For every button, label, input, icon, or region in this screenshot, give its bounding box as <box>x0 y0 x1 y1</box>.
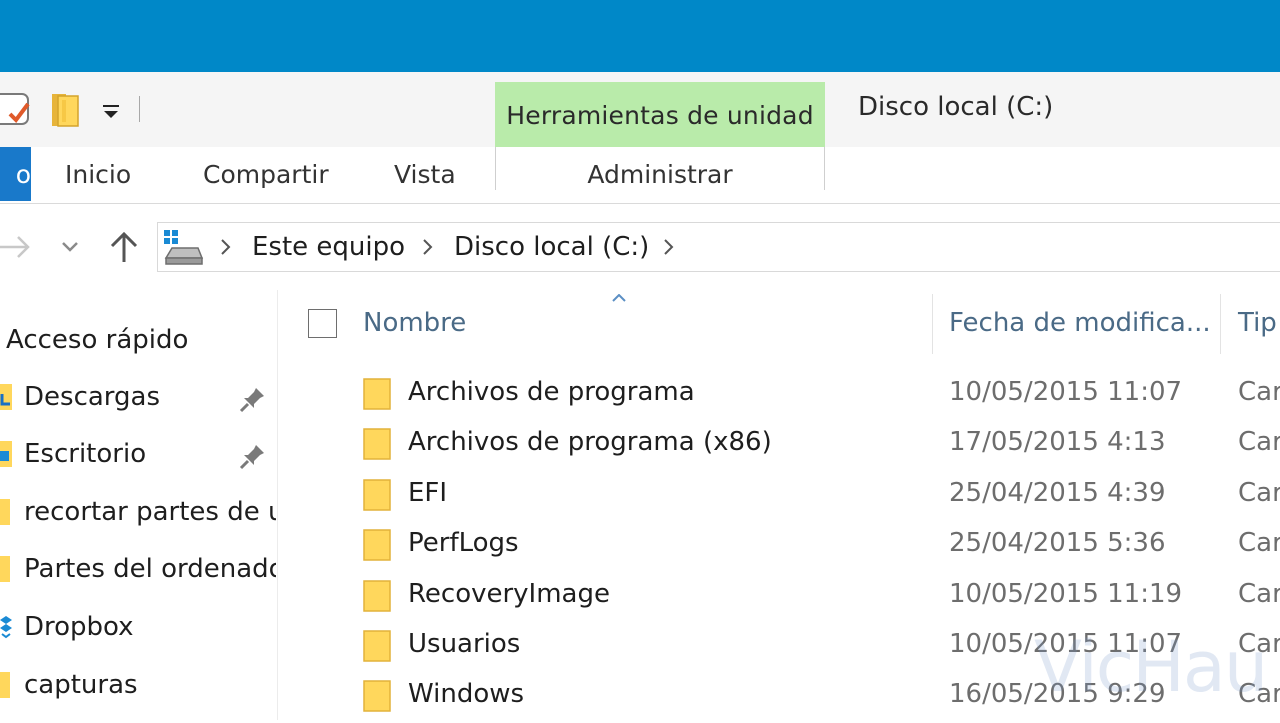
up-arrow-icon[interactable] <box>108 228 140 264</box>
sidebar-item-partes[interactable]: Partes del ordenado <box>0 548 276 594</box>
file-date: 10/05/2015 11:07 <box>949 377 1183 407</box>
column-divider[interactable] <box>1220 294 1221 354</box>
file-name: Archivos de programa (x86) <box>408 427 772 457</box>
file-date: 25/04/2015 5:36 <box>949 528 1166 558</box>
folder-icon <box>363 428 391 460</box>
recent-locations-icon[interactable] <box>58 236 82 256</box>
file-name: Archivos de programa <box>408 377 695 407</box>
new-folder-icon[interactable] <box>48 90 82 128</box>
back-arrow-icon[interactable] <box>0 230 34 264</box>
breadcrumb-este-equipo[interactable]: Este equipo <box>252 232 405 262</box>
sidebar-item-recortar[interactable]: recortar partes de u <box>0 491 276 537</box>
pin-icon[interactable] <box>238 384 268 414</box>
table-row[interactable]: Archivos de programa (x86) 17/05/2015 4:… <box>290 421 1280 471</box>
file-type: Car <box>1238 377 1280 407</box>
tab-administrar[interactable]: Administrar <box>496 160 824 189</box>
file-name: Usuarios <box>408 629 521 659</box>
chevron-right-icon[interactable] <box>421 236 435 258</box>
sidebar-item-label: Escritorio <box>24 439 147 469</box>
table-row[interactable]: PerfLogs 25/04/2015 5:36 Car <box>290 522 1280 572</box>
folder-icon <box>363 680 391 712</box>
table-row[interactable]: RecoveryImage 10/05/2015 11:19 Car <box>290 573 1280 623</box>
table-row[interactable]: EFI 25/04/2015 4:39 Car <box>290 472 1280 522</box>
title-bar[interactable] <box>0 0 1280 72</box>
toolbar-separator <box>139 96 140 122</box>
desktop-folder-icon <box>0 441 12 467</box>
file-type: Car <box>1238 579 1280 609</box>
folder-icon <box>363 630 391 662</box>
file-type: Car <box>1238 478 1280 508</box>
folder-icon <box>0 672 10 698</box>
folder-icon <box>363 580 391 612</box>
file-date: 10/05/2015 11:19 <box>949 579 1183 609</box>
tab-file[interactable]: o <box>0 147 31 201</box>
file-name: EFI <box>408 478 448 508</box>
file-type: Car <box>1238 427 1280 457</box>
window-title: Disco local (C:) <box>858 92 1054 122</box>
sidebar-item-label: capturas <box>24 670 138 700</box>
folder-icon <box>363 479 391 511</box>
column-header-nombre[interactable]: Nombre <box>363 308 466 338</box>
chevron-right-icon[interactable] <box>219 236 233 258</box>
sidebar-item-dropbox[interactable]: Dropbox <box>0 606 276 652</box>
column-header-tipo[interactable]: Tip <box>1238 308 1277 338</box>
sidebar-item-label: Dropbox <box>24 612 134 642</box>
sidebar-item-descargas[interactable]: Descargas <box>0 376 276 422</box>
tab-compartir[interactable]: Compartir <box>203 160 329 189</box>
sidebar-item-label: recortar partes de u <box>24 497 276 527</box>
folder-icon <box>0 499 10 525</box>
chevron-right-icon[interactable] <box>662 236 676 258</box>
pin-icon[interactable] <box>238 441 268 471</box>
sidebar-item-label: Partes del ordenado <box>24 554 276 584</box>
sidebar-item-label: Descargas <box>24 382 161 412</box>
properties-icon[interactable] <box>0 90 34 128</box>
select-all-checkbox[interactable] <box>308 309 337 338</box>
context-tab-border <box>824 147 825 190</box>
quick-access-heading[interactable]: Acceso rápido <box>6 325 188 355</box>
file-name: RecoveryImage <box>408 579 610 609</box>
dropbox-icon <box>0 616 12 639</box>
folder-icon <box>0 556 10 582</box>
file-name: Windows <box>408 679 525 709</box>
sidebar-item-capturas[interactable]: capturas <box>0 664 276 710</box>
column-divider[interactable] <box>932 294 933 354</box>
downloads-folder-icon <box>0 384 12 410</box>
sidebar-item-escritorio[interactable]: Escritorio <box>0 433 276 479</box>
column-header-fecha[interactable]: Fecha de modifica... <box>949 308 1211 338</box>
file-type: Car <box>1238 528 1280 558</box>
folder-icon <box>363 378 391 410</box>
watermark: VicHau <box>1034 626 1268 708</box>
customize-dropdown-icon[interactable] <box>100 98 122 124</box>
tab-inicio[interactable]: Inicio <box>65 160 131 189</box>
table-row[interactable]: Archivos de programa 10/05/2015 11:07 Ca… <box>290 371 1280 421</box>
drive-icon <box>164 230 204 265</box>
breadcrumb-disco-local[interactable]: Disco local (C:) <box>454 232 649 262</box>
file-date: 25/04/2015 4:39 <box>949 478 1166 508</box>
context-group-label: Herramientas de unidad <box>495 82 825 147</box>
tab-vista[interactable]: Vista <box>394 160 456 189</box>
sort-ascending-icon <box>612 294 626 302</box>
folder-icon <box>363 529 391 561</box>
file-name: PerfLogs <box>408 528 519 558</box>
file-date: 17/05/2015 4:13 <box>949 427 1166 457</box>
